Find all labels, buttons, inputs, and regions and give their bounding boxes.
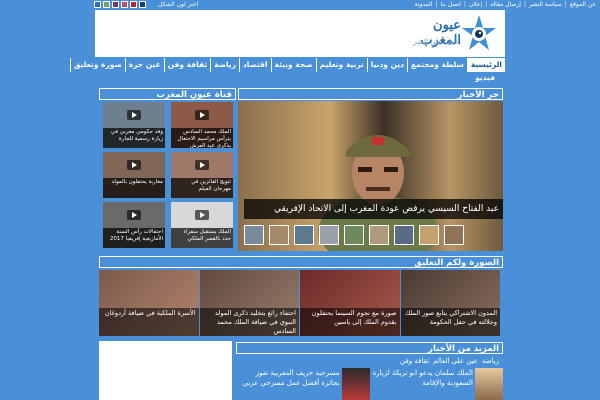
thumb-5[interactable] (344, 225, 364, 245)
color-swatch-navy[interactable] (139, 1, 146, 8)
photo-caption: احتفاء رائع بتخليد ذكرى المولد النبوي في… (199, 308, 299, 336)
tab-culture[interactable]: ثقافة وفن (400, 355, 429, 367)
photo-item[interactable]: احتفاء رائع بتخليد ذكرى المولد النبوي في… (199, 270, 300, 336)
thumb-6[interactable] (369, 225, 389, 245)
featured-thumbnails (244, 225, 464, 247)
photo-item[interactable]: المدون الاشتراكي يتابع صور الملك وجلالته… (400, 270, 501, 336)
thumb-2[interactable] (269, 225, 289, 245)
video-item[interactable]: مغاربة يحتفلون بالمولد (103, 152, 165, 198)
top-link-blog[interactable]: المدونة (415, 0, 433, 10)
top-link-policy[interactable]: سياسة النشر (529, 0, 562, 10)
thumb-4[interactable] (319, 225, 339, 245)
play-icon (195, 110, 209, 120)
video-item[interactable]: الملك يستقبل سفراء جدد بالقصر الملكي (171, 202, 233, 248)
photo-strip: الأسرة الملكية في ضيافة أردوغان احتفاء ر… (99, 270, 501, 336)
top-link-about[interactable]: عن الموقع (570, 0, 596, 10)
main-nav: الرئيسية سلطة ومجتمع دين ودنيا تربية وتع… (69, 58, 505, 72)
choose-color-link[interactable]: اختر لون الشكل (158, 0, 198, 10)
site-header: عيون المغرب عينك على الخبر (95, 10, 505, 57)
video-caption: مغاربة يحتفلون بالمولد (103, 178, 165, 198)
video-item[interactable]: وفد حكومي مغربي في زيارة رسمية للجارة (103, 102, 165, 148)
play-icon (127, 110, 141, 120)
nav-education[interactable]: تربية وتعليم (315, 58, 367, 72)
more-news-list: الملك سلمان يدعو ابو تريكة لزيارة السعود… (236, 368, 503, 400)
color-swatch-pink[interactable] (121, 1, 128, 8)
photo-item[interactable]: الأسرة الملكية في ضيافة أردوغان (99, 270, 200, 336)
nav-culture[interactable]: ثقافة وفن (163, 58, 210, 72)
thumb-1[interactable] (244, 225, 264, 245)
nav-home[interactable]: الرئيسية (466, 58, 505, 72)
thumb-9[interactable] (444, 225, 464, 245)
eye-star-icon (462, 15, 496, 50)
top-link-submit[interactable]: إرسال مقالة (490, 0, 521, 10)
video-panel-title: قناة عيون المغرب (99, 88, 236, 100)
color-swatch-purple[interactable] (112, 1, 119, 8)
nav-health[interactable]: صحة وبيئة (270, 58, 316, 72)
video-caption: الملك محمد السادس يترأس مراسيم الاحتفال … (171, 128, 233, 148)
play-icon (195, 160, 209, 170)
color-swatch-blue[interactable] (94, 1, 101, 8)
nav-sports[interactable]: رياضة (210, 58, 239, 72)
play-icon (195, 210, 209, 220)
color-swatch-green[interactable] (103, 1, 110, 8)
nav-video[interactable]: فيديو (475, 72, 495, 83)
nav-politics[interactable]: سلطة ومجتمع (407, 58, 467, 72)
news-item[interactable]: مسرحية حريف المغربية تفوز بجائزة أفضل عم… (236, 368, 370, 400)
photo-caption: المدون الاشتراكي يتابع صور الملك وجلالته… (400, 308, 500, 336)
video-item[interactable]: الملك محمد السادس يترأس مراسيم الاحتفال … (171, 102, 233, 148)
photo-item[interactable]: صورة مع نجوم السينما يحتفلون بقدوم الملك… (300, 270, 401, 336)
more-news-title: المزيد من الأخبار (236, 342, 503, 354)
site-logo[interactable]: عيون المغرب عينك على الخبر (409, 12, 501, 56)
thumb-8[interactable] (419, 225, 439, 245)
thumb-3[interactable] (294, 225, 314, 245)
video-caption: احتفالات رأس السنة الأمازيغية إفريقيا 20… (103, 228, 165, 248)
photo-caption: الأسرة الملكية في ضيافة أردوغان (99, 308, 199, 336)
top-link-ads[interactable]: إعلان (469, 0, 482, 10)
video-caption: وفد حكومي مغربي في زيارة رسمية للجارة (103, 128, 165, 148)
color-swatches (94, 1, 146, 8)
photo-caption: صورة مع نجوم السينما يحتفلون بقدوم الملك… (300, 308, 400, 336)
nav-photo-comment[interactable]: صورة وتعليق (69, 58, 125, 72)
nav-free-eye[interactable]: عين حرة (124, 58, 164, 72)
photo-panel-title: الصورة ولكم التعليق (99, 256, 503, 268)
nav-religion[interactable]: دين ودنيا (366, 58, 407, 72)
news-item[interactable]: الملك سلمان يدعو ابو تريكة لزيارة السعود… (370, 368, 503, 400)
video-caption: تتويج الفائزين في مهرجان الفيلم (171, 178, 233, 198)
logo-tagline: عينك على الخبر (413, 38, 459, 46)
tab-world[interactable]: عين على العالم (433, 355, 478, 367)
featured-slider[interactable]: عبد الفتاح السيسي يرفض عودة المغرب إلى ا… (238, 101, 503, 251)
nav-economy[interactable]: اقتصاد (238, 58, 271, 72)
play-icon (127, 160, 141, 170)
news-image (475, 368, 503, 400)
top-links: عن الموقع | سياسة النشر | إرسال مقالة | إعل… (414, 0, 596, 10)
video-grid: الملك محمد السادس يترأس مراسيم الاحتفال … (101, 102, 235, 250)
featured-title: جر الأخبار (238, 88, 503, 100)
color-swatch-red[interactable] (130, 1, 137, 8)
play-icon (127, 210, 141, 220)
featured-caption[interactable]: عبد الفتاح السيسي يرفض عودة المغرب إلى ا… (244, 199, 503, 219)
video-caption: الملك يستقبل سفراء جدد بالقصر الملكي (171, 228, 233, 248)
top-bar: عن الموقع | سياسة النشر | إرسال مقالة | إعل… (0, 0, 600, 10)
news-headline: مسرحية حريف المغربية تفوز بجائزة أفضل عم… (242, 369, 340, 387)
more-news-tabs: رياضة عين على العالم ثقافة وفن (236, 355, 503, 367)
video-item[interactable]: تتويج الفائزين في مهرجان الفيلم (171, 152, 233, 198)
top-link-contact[interactable]: اتصل بنا (441, 0, 461, 10)
news-headline: الملك سلمان يدعو ابو تريكة لزيارة السعود… (372, 369, 473, 387)
video-item[interactable]: احتفالات رأس السنة الأمازيغية إفريقيا 20… (103, 202, 165, 248)
news-image (341, 368, 370, 400)
thumb-7[interactable] (394, 225, 414, 245)
tab-sports[interactable]: رياضة (482, 355, 499, 367)
ad-box (99, 341, 232, 400)
